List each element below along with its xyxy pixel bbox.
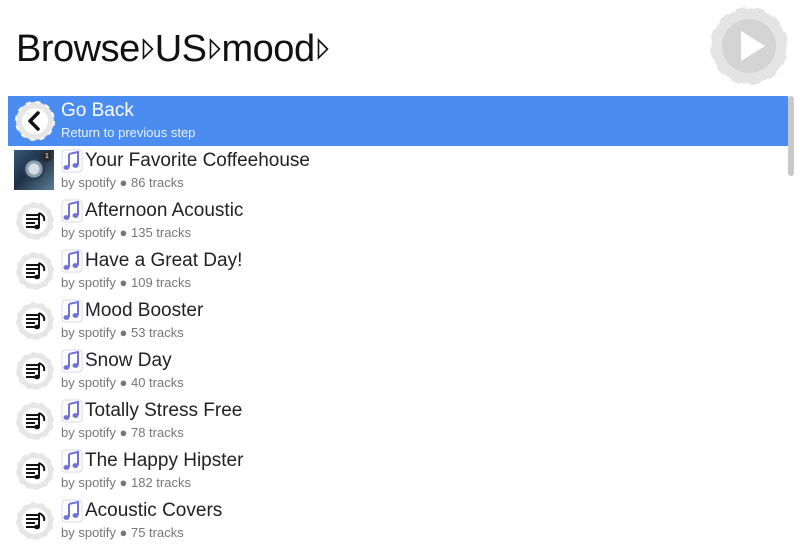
playlist-row[interactable]: Acoustic Covers by spotify ● 75 tracks bbox=[8, 496, 788, 546]
playlist-title: Totally Stress Free bbox=[85, 400, 243, 421]
go-back-title: Go Back bbox=[61, 100, 134, 121]
triangle-right-icon bbox=[209, 38, 221, 60]
playlist-title: Snow Day bbox=[85, 350, 172, 371]
playlist-row[interactable]: Totally Stress Free by spotify ● 78 track… bbox=[8, 396, 788, 446]
playlist-icon bbox=[15, 301, 55, 341]
playlist-subtitle: by spotify ● 40 tracks bbox=[61, 375, 184, 390]
coffee-cup-image bbox=[23, 158, 45, 180]
playlist-icon bbox=[15, 501, 55, 541]
play-button[interactable] bbox=[708, 5, 790, 87]
breadcrumb-item-us[interactable]: US bbox=[155, 26, 207, 72]
playlist-subtitle: by spotify ● 75 tracks bbox=[61, 525, 184, 540]
playlist-row[interactable]: Snow Day by spotify ● 40 tracks bbox=[8, 346, 788, 396]
playlist-subtitle: by spotify ● 53 tracks bbox=[61, 325, 184, 340]
playlist-icon bbox=[15, 351, 55, 391]
breadcrumb-item-browse[interactable]: Browse bbox=[16, 26, 140, 72]
playlist-title: Mood Booster bbox=[85, 300, 204, 321]
breadcrumb: Browse US mood bbox=[16, 26, 330, 72]
playlist-icon bbox=[15, 251, 55, 291]
playlist-row[interactable]: Have a Great Day! by spotify ● 109 tracks bbox=[8, 246, 788, 296]
music-note-icon bbox=[61, 399, 83, 423]
music-note-icon bbox=[61, 499, 83, 523]
chevron-left-icon bbox=[15, 101, 55, 141]
playlist-list: Go Back Return to previous step 1 Your Fa… bbox=[8, 96, 788, 556]
triangle-right-icon bbox=[142, 38, 154, 60]
playlist-title: Acoustic Covers bbox=[85, 500, 223, 521]
playlist-row[interactable]: 1 Your Favorite Coffeehouse by spotify ● 8… bbox=[8, 146, 788, 196]
playlist-icon bbox=[15, 451, 55, 491]
playlist-title: The Happy Hipster bbox=[85, 450, 244, 471]
album-art: 1 bbox=[14, 150, 54, 190]
playlist-subtitle: by spotify ● 86 tracks bbox=[61, 175, 184, 190]
header: Browse US mood bbox=[0, 0, 800, 96]
music-note-icon bbox=[61, 449, 83, 473]
go-back-subtitle: Return to previous step bbox=[61, 125, 196, 140]
music-note-icon bbox=[61, 249, 83, 273]
playlist-icon bbox=[15, 401, 55, 441]
scrollbar[interactable] bbox=[788, 96, 794, 176]
badge: 1 bbox=[42, 152, 52, 162]
playlist-row[interactable]: Mood Booster by spotify ● 53 tracks bbox=[8, 296, 788, 346]
music-note-icon bbox=[61, 299, 83, 323]
playlist-title: Afternoon Acoustic bbox=[85, 200, 244, 221]
playlist-icon bbox=[15, 201, 55, 241]
playlist-title: Have a Great Day! bbox=[85, 250, 243, 271]
go-back-row[interactable]: Go Back Return to previous step bbox=[8, 96, 788, 146]
playlist-subtitle: by spotify ● 182 tracks bbox=[61, 475, 191, 490]
play-icon bbox=[708, 5, 790, 87]
music-note-icon bbox=[61, 199, 83, 223]
playlist-row[interactable]: The Happy Hipster by spotify ● 182 tracks bbox=[8, 446, 788, 496]
playlist-subtitle: by spotify ● 109 tracks bbox=[61, 275, 191, 290]
playlist-subtitle: by spotify ● 78 tracks bbox=[61, 425, 184, 440]
music-note-icon bbox=[61, 349, 83, 373]
music-note-icon bbox=[61, 149, 83, 173]
playlist-subtitle: by spotify ● 135 tracks bbox=[61, 225, 191, 240]
triangle-right-icon bbox=[317, 38, 329, 60]
breadcrumb-item-mood[interactable]: mood bbox=[222, 26, 316, 72]
playlist-row[interactable]: Afternoon Acoustic by spotify ● 135 track… bbox=[8, 196, 788, 246]
playlist-title: Your Favorite Coffeehouse bbox=[85, 150, 310, 171]
